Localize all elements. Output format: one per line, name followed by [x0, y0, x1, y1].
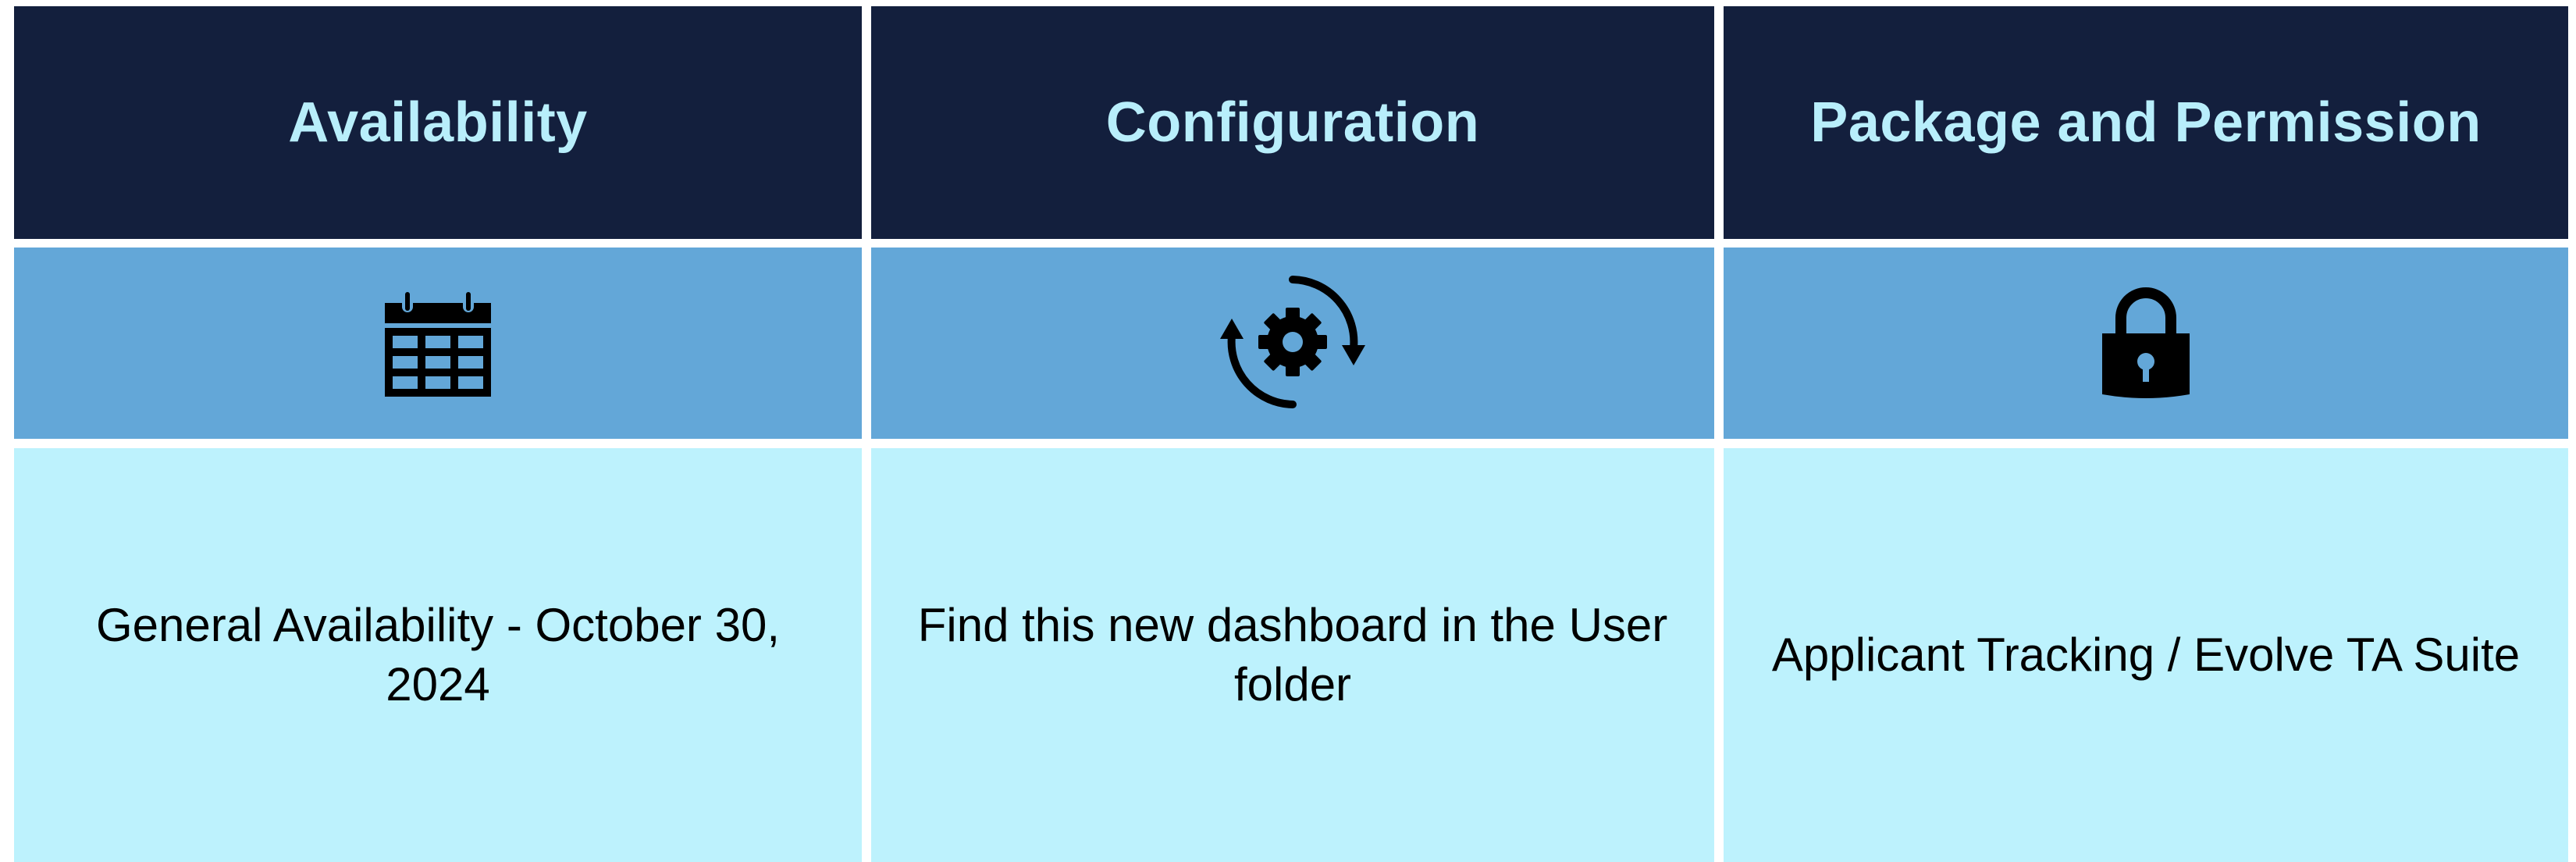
availability-text: General Availability - October 30, 2024 — [95, 599, 780, 711]
body-availability: General Availability - October 30, 2024 — [14, 448, 862, 862]
gear-refresh-icon — [1211, 273, 1375, 414]
body-package: Applicant Tracking / Evolve TA Suite — [1724, 448, 2568, 862]
heading-availability: Availability — [14, 6, 862, 239]
heading-configuration: Configuration — [871, 6, 1714, 239]
heading-configuration-text: Configuration — [1105, 91, 1480, 154]
package-text: Applicant Tracking / Evolve TA Suite — [1771, 629, 2521, 681]
info-table: Availability Configuration Package and P… — [0, 0, 2576, 862]
configuration-text: Find this new dashboard in the User fold… — [917, 599, 1668, 711]
body-configuration: Find this new dashboard in the User fold… — [871, 448, 1714, 862]
icon-cell-availability — [14, 248, 862, 439]
icon-cell-package — [1724, 248, 2568, 439]
heading-package-and-permission: Package and Permission — [1724, 6, 2568, 239]
heading-availability-text: Availability — [288, 91, 588, 154]
calendar-icon — [383, 289, 493, 398]
icon-cell-configuration — [871, 248, 1714, 439]
heading-package-text: Package and Permission — [1810, 91, 2482, 154]
padlock-icon — [2099, 285, 2193, 402]
